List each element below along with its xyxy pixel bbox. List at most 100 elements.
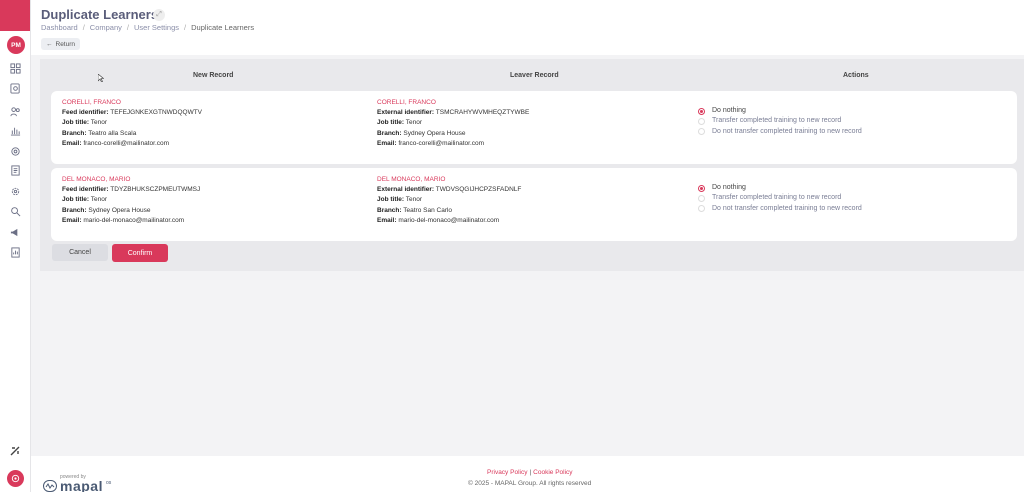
field-label: Branch: [377,206,402,214]
return-label: Return [55,40,76,48]
brand-logo-icon [7,470,24,487]
avatar[interactable]: PM [7,36,25,54]
leaver-record-name[interactable]: DEL MONACO, MARIO [377,175,521,185]
footer: powered by mapal os Privacy Policy | Cooki… [31,456,1024,492]
breadcrumb-item-user-settings[interactable]: User Settings [134,23,179,32]
footer-links: Privacy Policy | Cookie Policy [487,469,573,476]
confirm-button[interactable]: Confirm [112,244,168,262]
option-label: Do not transfer completed training to ne… [712,204,862,212]
email-value: mario-del-monaco@mailinator.com [398,216,500,224]
brand-name: mapal [60,478,103,492]
leaver-record-details: CORELLI, FRANCO External identifier: TSM… [377,98,529,149]
field-label: Branch: [62,129,87,137]
field-label: Email: [377,216,397,224]
action-option-do-nothing[interactable]: Do nothing [698,183,862,193]
action-option-transfer[interactable]: Transfer completed training to new recor… [698,116,862,126]
breadcrumb-item-dashboard[interactable]: Dashboard [41,23,78,32]
feed-identifier-value: TDYZBHUKSCZPMEUTWMSJ [110,186,201,194]
field-label: Branch: [377,129,402,137]
privacy-policy-link[interactable]: Privacy Policy [487,469,527,476]
new-record-name[interactable]: DEL MONACO, MARIO [62,175,200,185]
option-label: Do nothing [712,184,746,191]
radio[interactable] [698,194,705,202]
field-label: Job title: [377,119,405,127]
sidebar: PM [0,0,31,492]
copyright-text: © 2025 - MAPAL Group. All rights reserve… [468,480,592,487]
page-header: Duplicate Learners ⤢ Dashboard / Company / U… [31,0,1024,55]
action-option-do-not-transfer[interactable]: Do not transfer completed training to ne… [698,204,862,214]
field-label: External identifier: [377,186,435,194]
feed-identifier-value: TEFEJGNKEXGTNWDQQWTV [110,109,203,117]
cancel-button[interactable]: Cancel [52,244,108,261]
email-value: franco-corelli@mailinator.com [398,139,485,147]
breadcrumb-item-current: Duplicate Learners [191,23,255,32]
mapal-logo: mapal os [43,478,111,492]
external-identifier-value: TSMCRAHYWVMHEQZTYWBE [435,109,530,117]
new-record-details: DEL MONACO, MARIO Feed identifier: TDYZB… [62,175,200,226]
radio[interactable] [698,205,705,213]
column-header-actions: Actions [843,72,869,79]
collapse-icon[interactable] [9,444,22,457]
field-label: Branch: [62,206,87,214]
option-label: Do nothing [712,107,746,114]
chart-icon[interactable] [9,124,22,137]
return-button[interactable]: ← Return [41,38,81,50]
radio[interactable] [698,128,705,136]
field-label: Job title: [62,119,90,127]
leaver-record-name[interactable]: CORELLI, FRANCO [377,98,529,108]
field-label: Email: [377,139,397,147]
radio-selected[interactable] [698,107,705,115]
action-options: Do nothing Transfer completed training t… [698,183,862,214]
breadcrumb: Dashboard / Company / User Settings / Duplicat… [41,23,255,32]
branch-value: Sydney Opera House [403,129,466,137]
option-label: Do not transfer completed training to ne… [712,127,862,135]
job-title-value: Tenor [90,119,108,127]
breadcrumb-item-company[interactable]: Company [90,23,122,32]
field-label: Feed identifier: [62,109,109,117]
email-value: franco-corelli@mailinator.com [83,139,170,147]
job-title-value: Tenor [405,196,423,204]
settings-icon[interactable] [9,145,22,158]
job-title-value: Tenor [90,196,108,204]
action-option-do-nothing[interactable]: Do nothing [698,106,862,116]
new-record-details: CORELLI, FRANCO Feed identifier: TEFEJGN… [62,98,202,149]
gear-icon[interactable] [9,185,22,198]
brand-suffix: os [105,480,112,486]
field-label: Email: [62,216,82,224]
cookie-policy-link[interactable]: Cookie Policy [533,469,572,476]
megaphone-icon[interactable] [9,226,22,239]
leaver-record-details: DEL MONACO, MARIO External identifier: T… [377,175,521,226]
new-record-name[interactable]: CORELLI, FRANCO [62,98,202,108]
sidebar-top-bar [0,0,30,31]
page-title: Duplicate Learners [41,7,159,22]
search-doc-icon[interactable] [9,82,22,95]
wave-icon [43,480,57,492]
report-icon[interactable] [9,246,22,259]
email-value: mario-del-monaco@mailinator.com [83,216,185,224]
option-label: Transfer completed training to new recor… [712,194,842,202]
field-label: Feed identifier: [62,186,109,194]
mouse-cursor-icon [98,74,104,82]
expand-icon[interactable]: ⤢ [153,9,165,21]
radio[interactable] [698,117,705,125]
column-header-new-record: New Record [193,72,234,79]
users-icon[interactable] [9,105,22,118]
field-label: Job title: [377,196,405,204]
action-options: Do nothing Transfer completed training t… [698,106,862,137]
branch-value: Teatro San Carlo [403,206,453,214]
document-icon[interactable] [9,164,22,177]
column-header-leaver-record: Leaver Record [510,72,559,79]
dashboard-icon[interactable] [9,62,22,75]
arrow-left-icon: ← [46,40,53,48]
branch-value: Sydney Opera House [88,206,151,214]
action-option-transfer[interactable]: Transfer completed training to new recor… [698,193,862,203]
separator: | [529,469,532,476]
branch-value: Teatro alla Scala [88,129,137,137]
field-label: Job title: [62,196,90,204]
option-label: Transfer completed training to new recor… [712,117,842,125]
job-title-value: Tenor [405,119,423,127]
action-option-do-not-transfer[interactable]: Do not transfer completed training to ne… [698,127,862,137]
field-label: External identifier: [377,109,435,117]
radio-selected[interactable] [698,184,705,192]
search-icon[interactable] [9,205,22,218]
